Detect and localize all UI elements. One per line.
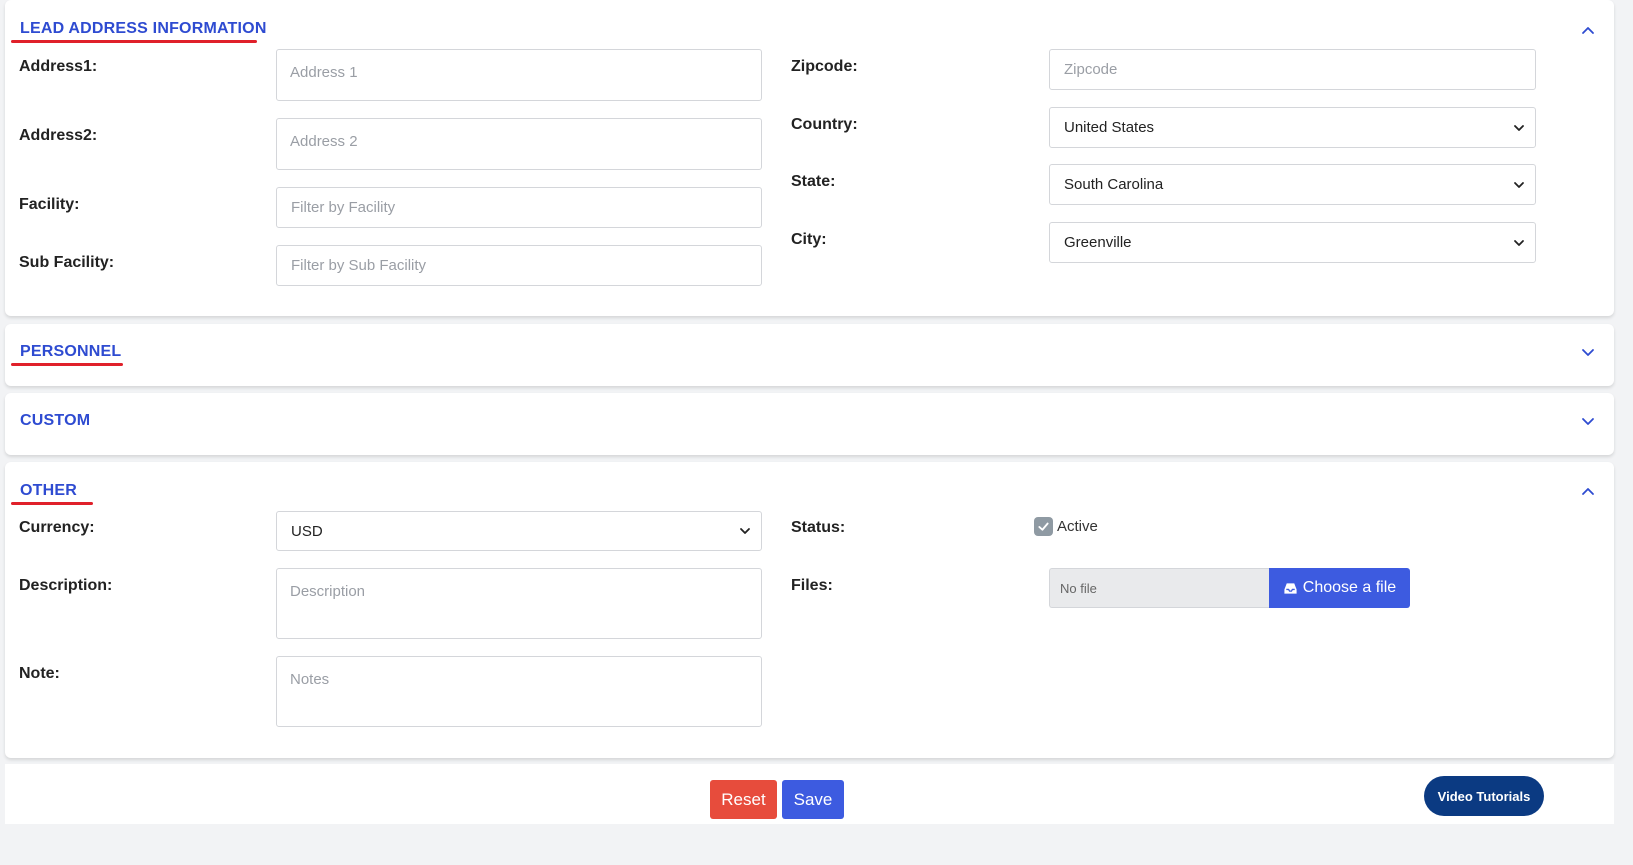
zipcode-label: Zipcode: (791, 58, 858, 75)
collapse-other-chevron-up-icon[interactable] (1580, 483, 1596, 499)
notes-input[interactable] (276, 656, 762, 727)
custom-card[interactable]: CUSTOM (5, 393, 1614, 455)
lead-address-underline (11, 40, 257, 43)
video-tutorials-button[interactable]: Video Tutorials (1424, 776, 1544, 816)
country-label: Country: (791, 116, 858, 133)
state-label: State: (791, 173, 836, 190)
address2-input[interactable] (276, 118, 762, 170)
currency-select-value: USD (291, 522, 323, 540)
currency-select[interactable]: USD (276, 511, 762, 551)
collapse-lead-address-chevron-up-icon[interactable] (1580, 22, 1596, 38)
sub-facility-input[interactable] (276, 245, 762, 286)
sub-facility-label: Sub Facility: (19, 254, 115, 271)
chevron-down-icon (1513, 237, 1525, 249)
lead-address-card: LEAD ADDRESS INFORMATION Address1: Addre… (5, 0, 1614, 316)
country-select-value: United States (1064, 119, 1155, 136)
country-select[interactable]: United States (1049, 107, 1536, 148)
choose-file-button[interactable]: Choose a file (1269, 568, 1410, 608)
address1-input[interactable] (276, 49, 762, 101)
status-active-checkbox[interactable] (1034, 517, 1053, 536)
note-label: Note: (19, 665, 60, 682)
status-active-label[interactable]: Active (1057, 518, 1098, 535)
facility-label: Facility: (19, 196, 80, 213)
address1-label: Address1: (19, 58, 98, 75)
file-name-text: No file (1060, 580, 1097, 596)
facility-input[interactable] (276, 187, 762, 228)
expand-personnel-chevron-down-icon[interactable] (1580, 344, 1596, 360)
status-label: Status: (791, 519, 846, 536)
file-name-display: No file (1049, 568, 1270, 608)
inbox-tray-icon (1284, 582, 1297, 594)
custom-title[interactable]: CUSTOM (20, 412, 90, 430)
check-icon (1038, 522, 1049, 531)
currency-label: Currency: (19, 519, 95, 536)
zipcode-input[interactable] (1049, 49, 1536, 90)
chevron-down-icon (1513, 179, 1525, 191)
chevron-down-icon (739, 525, 751, 537)
reset-button[interactable]: Reset (710, 780, 777, 819)
choose-file-label: Choose a file (1302, 579, 1397, 596)
other-title[interactable]: OTHER (20, 482, 77, 500)
state-select-value: South Carolina (1064, 176, 1164, 193)
city-label: City: (791, 231, 827, 248)
files-label: Files: (791, 577, 833, 594)
personnel-card[interactable]: PERSONNEL (5, 324, 1614, 386)
lead-address-title[interactable]: LEAD ADDRESS INFORMATION (20, 20, 267, 38)
address2-label: Address2: (19, 127, 98, 144)
expand-custom-chevron-down-icon[interactable] (1580, 413, 1596, 429)
chevron-down-icon (1513, 122, 1525, 134)
description-input[interactable] (276, 568, 762, 639)
save-button[interactable]: Save (782, 780, 844, 819)
state-select[interactable]: South Carolina (1049, 164, 1536, 205)
city-select-value: Greenville (1064, 234, 1132, 251)
city-select[interactable]: Greenville (1049, 222, 1536, 263)
personnel-underline (11, 363, 123, 366)
other-underline (11, 502, 93, 505)
personnel-title[interactable]: PERSONNEL (20, 343, 121, 361)
description-label: Description: (19, 577, 113, 594)
other-card: OTHER Currency: USD Description: Note: S… (5, 462, 1614, 758)
